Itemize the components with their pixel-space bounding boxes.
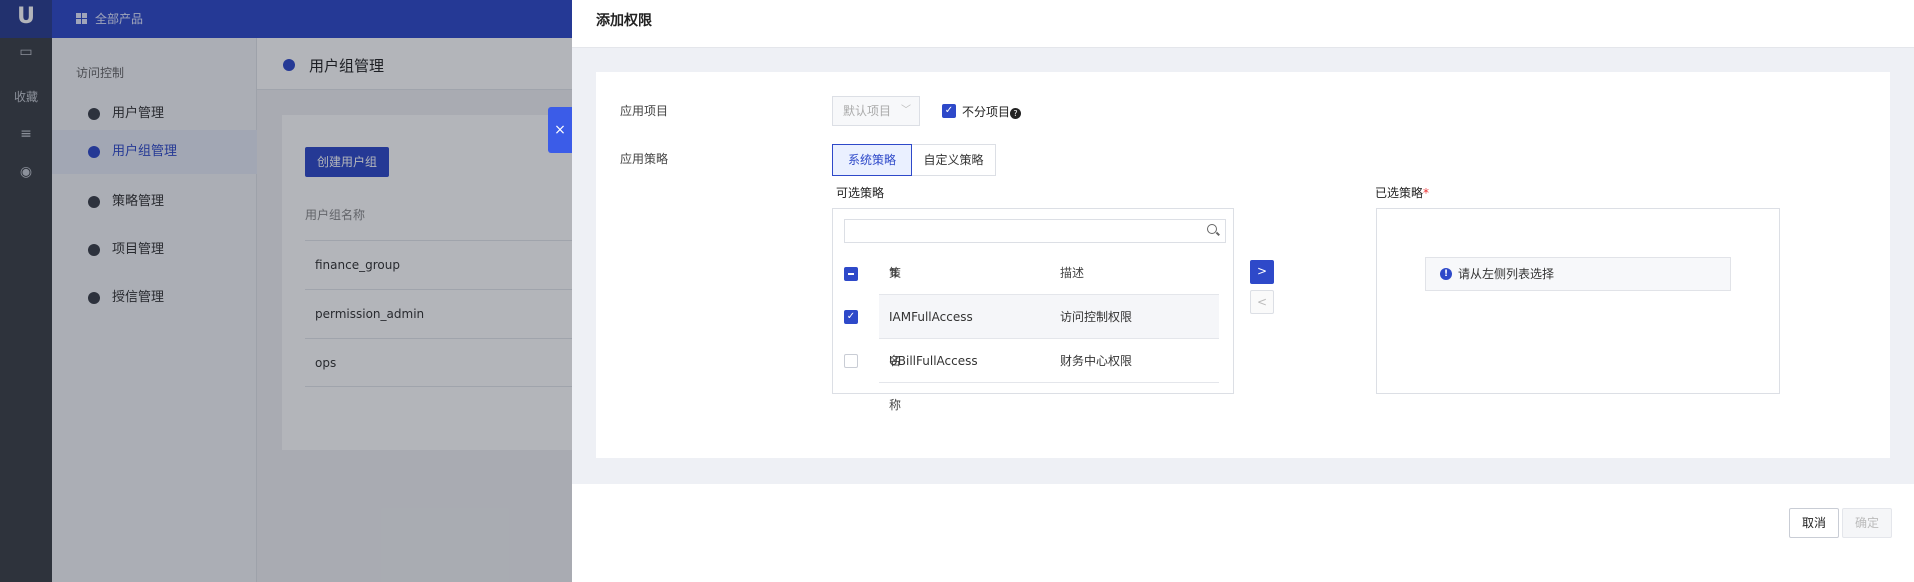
project-label: 应用项目: [620, 104, 669, 118]
selected-title: 已选策略*: [1375, 186, 1430, 200]
info-icon: !: [1440, 268, 1452, 280]
cancel-button[interactable]: 取消: [1789, 508, 1840, 538]
available-title: 可选策略: [836, 186, 885, 200]
tab-system-policy[interactable]: 系统策略: [832, 144, 912, 176]
selected-list: ! 请从左侧列表选择: [1376, 208, 1780, 394]
permission-form: 应用项目 默认项目 ﹀ ✓ 不分项目? 应用策略 系统策略 自定义策略 可选策略…: [596, 72, 1890, 458]
select-all-checkbox[interactable]: [844, 267, 858, 281]
policy-checkbox[interactable]: ✓: [844, 310, 858, 324]
policy-desc: 访问控制权限: [1060, 310, 1133, 324]
table-header: 策略名称⇅ 描述: [879, 251, 1219, 412]
add-permission-drawer: 添加权限 应用项目 默认项目 ﹀ ✓ 不分项目? 应用策略 系统策略 自定义策略…: [572, 0, 1914, 582]
policy-name: IAMFullAccess: [889, 310, 973, 324]
policy-checkbox[interactable]: [844, 354, 858, 368]
help-icon[interactable]: ?: [1010, 108, 1022, 119]
confirm-button[interactable]: 确定: [1842, 508, 1893, 538]
empty-hint: ! 请从左侧列表选择: [1425, 257, 1731, 291]
available-list: 策略名称⇅ 描述 ✓ IAMFullAccess 访问控制权限 UBillFul…: [832, 208, 1234, 412]
chevron-down-icon: ﹀: [901, 105, 911, 116]
move-left-button[interactable]: <: [1250, 290, 1274, 314]
sort-icon[interactable]: ⇅: [889, 251, 899, 295]
drawer-title: 添加权限: [596, 13, 652, 29]
table-row[interactable]: IAMFullAccess 访问控制权限: [879, 295, 1219, 339]
no-project-checkbox[interactable]: ✓: [942, 104, 956, 118]
project-select[interactable]: 默认项目 ﹀: [832, 96, 920, 126]
search-icon: [1207, 224, 1217, 234]
no-project-label: 不分项目?: [962, 103, 1022, 120]
col-desc: 描述: [1060, 266, 1085, 280]
policy-desc: 财务中心权限: [1060, 354, 1133, 368]
move-right-button[interactable]: >: [1250, 260, 1274, 284]
search-input[interactable]: [844, 219, 1226, 243]
policy-label: 应用策略: [620, 152, 669, 166]
drawer-header: 添加权限: [572, 0, 1914, 48]
close-icon[interactable]: ×: [548, 107, 572, 153]
tab-custom-policy[interactable]: 自定义策略: [912, 144, 996, 176]
drawer-body: 应用项目 默认项目 ﹀ ✓ 不分项目? 应用策略 系统策略 自定义策略 可选策略…: [572, 48, 1914, 484]
policy-name: UBillFullAccess: [889, 354, 978, 368]
table-row[interactable]: UBillFullAccess 财务中心权限: [879, 339, 1219, 383]
